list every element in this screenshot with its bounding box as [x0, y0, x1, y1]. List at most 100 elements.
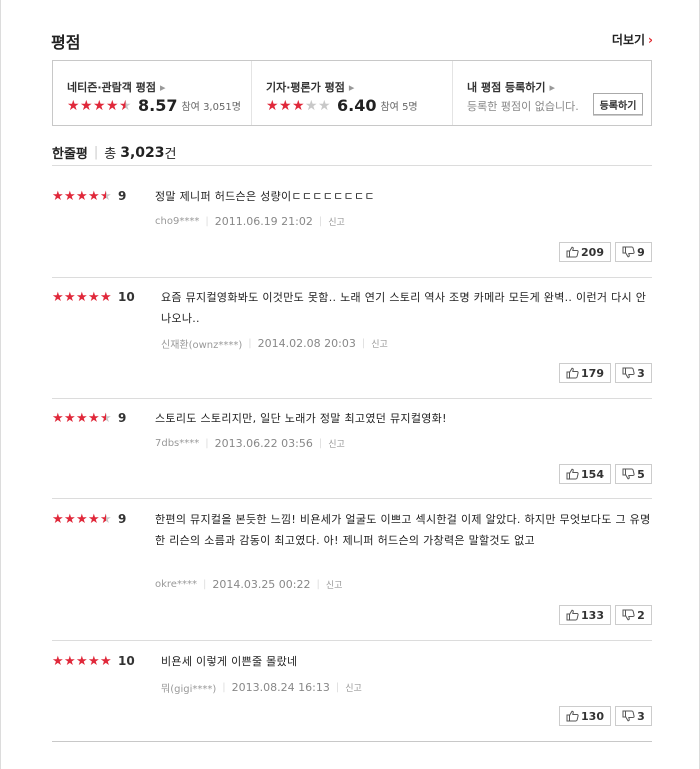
star-full-icon: ★	[67, 97, 80, 114]
divider: |	[248, 338, 252, 349]
star-full-icon: ★	[80, 97, 93, 114]
divider	[52, 741, 652, 742]
review-text: 정말 제니퍼 허드슨은 성량이ㄷㄷㄷㄷㄷㄷㄷㄷ	[155, 190, 375, 203]
star-full-icon: ★	[52, 188, 64, 204]
dislike-count: 3	[637, 366, 645, 380]
review-date: 2014.02.08 20:03	[257, 337, 356, 350]
like-button[interactable]: 179	[559, 363, 611, 383]
caret-right-icon: ▸	[549, 81, 556, 94]
thumbs-up-icon	[566, 246, 579, 258]
netizen-rating-label[interactable]: 네티즌·관람객 평점	[67, 81, 156, 94]
divider: |	[318, 438, 323, 449]
critic-rating-label[interactable]: 기자·평론가 평점	[266, 81, 345, 94]
dislike-button[interactable]: 3	[615, 706, 652, 726]
review-score: 9	[118, 411, 127, 425]
review-text: 스토리도 스토리지만, 일단 노래가 정말 최고였던 뮤지컬영화!	[155, 412, 447, 425]
review-author[interactable]: 뭐(gigi****)	[161, 680, 216, 695]
thumbs-up-icon	[566, 468, 579, 480]
like-count: 133	[581, 608, 604, 622]
star-full-icon: ★	[52, 289, 64, 305]
dislike-button[interactable]: 3	[615, 363, 652, 383]
star-rating: ★ ★ ★ ★ ★	[266, 99, 331, 113]
star-full-icon: ★	[64, 289, 76, 305]
dislike-button[interactable]: 9	[615, 242, 652, 262]
review-author[interactable]: okre****	[155, 579, 197, 590]
star-full-icon: ★	[88, 511, 100, 527]
divider: |	[202, 579, 207, 590]
review-date: 2013.08.24 16:13	[231, 681, 330, 694]
review-text: 한편의 뮤지컬을 본듯한 느낌! 비욘세가 얼굴도 이쁘고 섹시한걸 이제 알았…	[155, 513, 651, 547]
like-button[interactable]: 209	[559, 242, 611, 262]
divider	[52, 165, 652, 166]
review-author[interactable]: 7dbs****	[155, 438, 199, 449]
like-button[interactable]: 130	[559, 706, 611, 726]
divider: |	[222, 682, 226, 693]
critic-rating-link[interactable]: 기자·평론가 평점 ▸	[266, 79, 354, 95]
critic-participants: 참여 5명	[380, 102, 418, 113]
star-full-icon: ★	[100, 653, 112, 669]
star-full-icon: ★	[279, 97, 292, 114]
report-link[interactable]: 신고	[345, 681, 362, 694]
like-button[interactable]: 154	[559, 464, 611, 484]
netizen-rating-link[interactable]: 네티즌·관람객 평점 ▸	[67, 79, 166, 95]
star-full-icon: ★	[88, 188, 100, 204]
report-link[interactable]: 신고	[328, 215, 345, 228]
review-text: 요즘 뮤지컬영화봐도 이것만도 못함.. 노래 연기 스토리 역사 조명 카메라…	[161, 291, 647, 325]
star-full-icon: ★	[76, 410, 88, 426]
comment-count-suffix: 건	[164, 147, 177, 162]
report-link[interactable]: 신고	[371, 337, 388, 350]
review-date: 2011.06.19 21:02	[214, 215, 313, 228]
comment-count-prefix: 총	[104, 147, 117, 162]
section-title: 평점	[51, 33, 81, 52]
critic-rating: 기자·평론가 평점 ▸ ★ ★ ★ ★ ★ 6.40 참여 5명	[251, 61, 452, 125]
like-count: 130	[581, 709, 604, 723]
dislike-button[interactable]: 2	[615, 605, 652, 625]
comment-count-number: 3,023	[120, 144, 165, 161]
star-full-icon: ★	[292, 97, 305, 114]
star-full-icon: ★	[76, 653, 88, 669]
star-full-icon: ★	[93, 97, 106, 114]
netizen-participants: 참여 3,051명	[181, 102, 241, 113]
star-empty-icon: ★	[318, 97, 331, 114]
star-half-icon: ★	[100, 188, 112, 204]
dislike-count: 5	[637, 467, 645, 481]
report-link[interactable]: 신고	[326, 578, 343, 591]
review-author[interactable]: 신재환(ownz****)	[161, 336, 242, 351]
report-link[interactable]: 신고	[328, 437, 345, 450]
register-button[interactable]: 등록하기	[593, 93, 643, 115]
divider: |	[361, 338, 366, 349]
review-score: 9	[118, 189, 127, 203]
more-label[interactable]: 더보기	[612, 33, 645, 47]
like-button[interactable]: 133	[559, 605, 611, 625]
star-full-icon: ★	[76, 511, 88, 527]
thumbs-up-icon	[566, 367, 579, 379]
star-full-icon: ★	[266, 97, 279, 114]
my-rating-label[interactable]: 내 평점 등록하기	[467, 81, 546, 94]
star-full-icon: ★	[52, 653, 64, 669]
critic-score: 6.40	[337, 96, 377, 115]
divider: |	[318, 216, 323, 227]
divider: |	[205, 216, 209, 227]
dislike-count: 9	[637, 245, 645, 259]
thumbs-down-icon	[622, 367, 635, 379]
review-date: 2013.06.22 03:56	[214, 437, 313, 450]
like-count: 179	[581, 366, 604, 380]
thumbs-down-icon	[622, 609, 635, 621]
my-rating-link[interactable]: 내 평점 등록하기 ▸	[467, 79, 555, 95]
like-count: 209	[581, 245, 604, 259]
more-link[interactable]: 더보기 ›	[612, 31, 653, 48]
star-half-icon: ★	[119, 97, 132, 114]
star-rating: ★ ★ ★ ★ ★	[52, 655, 112, 668]
star-full-icon: ★	[88, 289, 100, 305]
star-full-icon: ★	[64, 653, 76, 669]
star-full-icon: ★	[106, 97, 119, 114]
divider	[52, 498, 652, 499]
comment-count: 한줄평 | 총 3,023 건	[52, 143, 177, 163]
dislike-button[interactable]: 5	[615, 464, 652, 484]
review-score: 9	[118, 512, 127, 526]
my-rating-empty-text: 등록한 평점이 없습니다.	[467, 100, 579, 113]
review-score: 10	[118, 290, 135, 304]
star-full-icon: ★	[64, 410, 76, 426]
rating-summary-box: 네티즌·관람객 평점 ▸ ★ ★ ★ ★ ★ 8.57 참여 3,051명 기자·평론가 …	[52, 60, 652, 126]
review-author[interactable]: cho9****	[155, 216, 199, 227]
